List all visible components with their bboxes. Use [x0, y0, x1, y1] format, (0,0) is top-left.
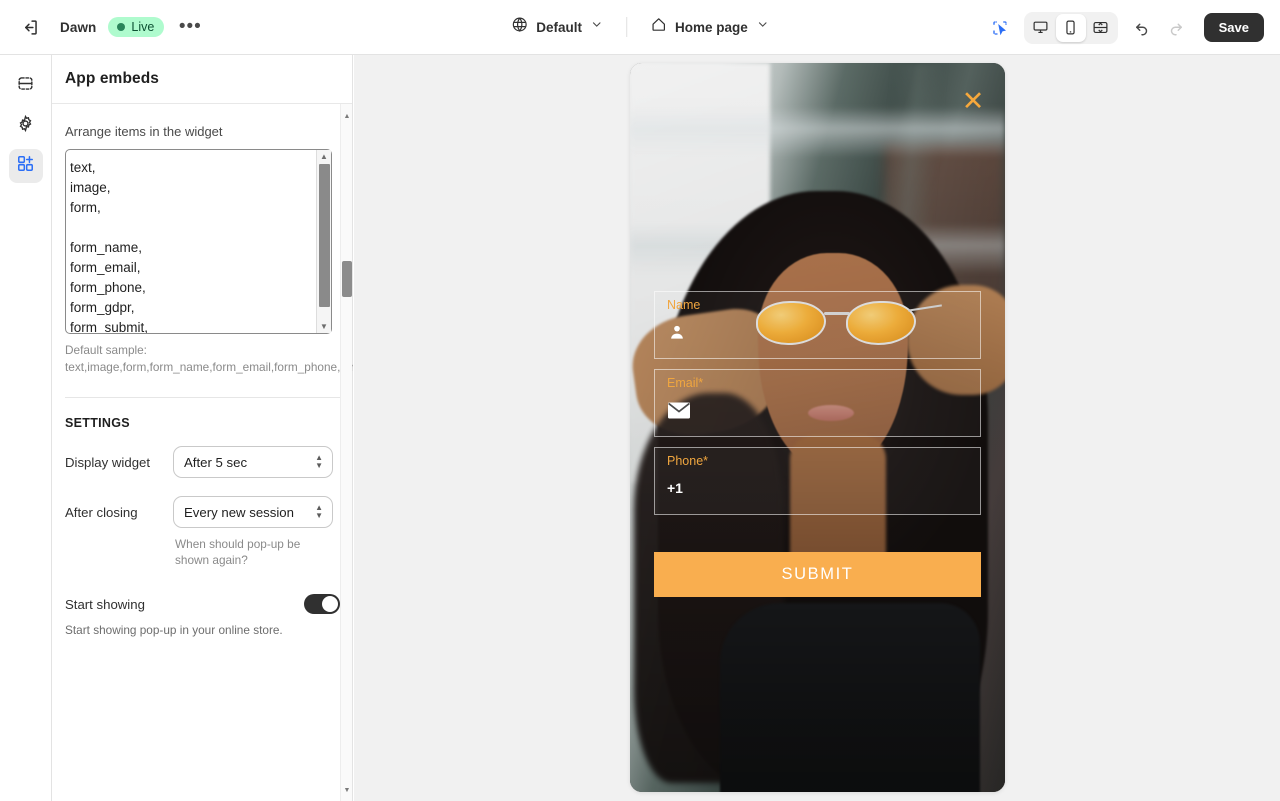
page-selector[interactable]: Home page	[641, 10, 778, 44]
status-dot-icon	[117, 23, 126, 31]
save-button[interactable]: Save	[1203, 13, 1264, 42]
status-badge-label: Live	[131, 20, 155, 34]
display-widget-row: Display widget After 5 sec ▲ ▼	[65, 446, 340, 478]
more-options-button[interactable]: •••	[174, 11, 206, 43]
form-field-phone-label: Phone*	[667, 454, 709, 468]
panel-divider	[65, 397, 340, 398]
redo-icon	[1160, 12, 1192, 44]
person-icon	[667, 320, 693, 344]
locale-selector[interactable]: Default	[502, 10, 612, 44]
panel-body: Arrange items in the widget text, image,…	[52, 104, 353, 801]
apps-blocks-icon	[16, 154, 35, 178]
undo-icon[interactable]	[1126, 12, 1158, 44]
sidebar-item-settings[interactable]	[9, 109, 43, 143]
display-widget-label: Display widget	[65, 454, 151, 470]
mobile-preview-frame[interactable]: ✕ Name Email* Phone* +1 SUBMIT	[630, 63, 1005, 792]
form-field-name-label: Name	[667, 298, 701, 312]
phone-prefix-icon: +1	[667, 480, 683, 496]
sidebar-item-sections[interactable]	[9, 69, 43, 103]
page-title: App embeds	[65, 70, 160, 87]
settings-section-title: SETTINGS	[65, 416, 130, 430]
device-mobile-button[interactable]	[1055, 13, 1086, 42]
chevron-down-icon	[756, 18, 769, 36]
display-widget-value: After 5 sec	[184, 454, 248, 470]
toggle-knob	[322, 596, 338, 612]
panel-scrollbar[interactable]: ▲ ▼	[340, 104, 352, 801]
app-embeds-panel: App embeds Arrange items in the widget t…	[52, 55, 353, 801]
page-label: Home page	[674, 19, 748, 35]
form-field-name[interactable]: Name	[654, 291, 981, 359]
pointer-select-icon[interactable]	[984, 12, 1016, 44]
default-sample-value: text,image,form,form_name,form_email,for…	[65, 359, 353, 374]
default-sample-block: Default sample: text,image,form,form_nam…	[65, 342, 353, 375]
left-rail	[0, 55, 52, 801]
gear-icon	[16, 114, 35, 138]
form-field-phone[interactable]: Phone* +1	[654, 447, 981, 515]
start-showing-label: Start showing	[65, 596, 145, 612]
theme-name: Dawn	[60, 19, 97, 35]
default-sample-label: Default sample:	[65, 343, 147, 357]
select-stepper-icon: ▲ ▼	[315, 503, 323, 520]
top-bar-right: Save	[984, 0, 1264, 55]
arrange-items-textarea-wrapper: text, image, form, form_name, form_email…	[65, 149, 332, 334]
device-toggle-group	[1023, 11, 1118, 44]
status-badge: Live	[108, 17, 165, 37]
top-bar: Dawn Live ••• Default Home page Save	[0, 0, 1280, 55]
popup-form: Name Email* Phone* +1	[654, 291, 981, 525]
sidebar-item-app-embeds[interactable]	[8, 149, 43, 183]
start-showing-toggle[interactable]	[304, 594, 340, 614]
after-closing-value: Every new session	[184, 504, 294, 520]
select-stepper-icon: ▲ ▼	[315, 453, 323, 470]
panel-scroll-thumb[interactable]	[342, 261, 352, 297]
chevron-down-icon	[590, 18, 603, 36]
after-closing-helper: When should pop-up be shown again?	[175, 537, 301, 567]
textarea-scrollbar[interactable]: ▲ ▼	[316, 150, 331, 333]
after-closing-label: After closing	[65, 504, 138, 520]
home-icon	[650, 16, 667, 38]
after-closing-row: After closing Every new session ▲ ▼	[65, 496, 340, 528]
start-showing-helper: Start showing pop-up in your online stor…	[65, 623, 283, 637]
exit-icon[interactable]	[14, 11, 46, 43]
panel-scroll-up-icon[interactable]: ▲	[341, 110, 353, 123]
display-widget-select[interactable]: After 5 sec ▲ ▼	[173, 446, 333, 478]
arrange-items-textarea[interactable]: text, image, form, form_name, form_email…	[65, 149, 332, 334]
preview-canvas: ✕ Name Email* Phone* +1 SUBMIT	[354, 55, 1280, 801]
envelope-icon	[667, 398, 693, 422]
form-field-email-label: Email*	[667, 376, 704, 390]
form-field-email[interactable]: Email*	[654, 369, 981, 437]
top-bar-center: Default Home page	[502, 10, 778, 44]
top-bar-divider	[625, 17, 627, 37]
after-closing-select[interactable]: Every new session ▲ ▼	[173, 496, 333, 528]
submit-button[interactable]: SUBMIT	[654, 552, 981, 597]
arrange-items-label: Arrange items in the widget	[65, 124, 223, 139]
device-desktop-button[interactable]	[1026, 14, 1056, 42]
globe-icon	[511, 16, 528, 38]
textarea-scroll-thumb[interactable]	[319, 164, 330, 307]
scroll-up-icon[interactable]: ▲	[320, 150, 328, 163]
scroll-down-icon[interactable]: ▼	[320, 320, 328, 333]
top-bar-left: Dawn Live •••	[0, 11, 206, 43]
more-options-label: •••	[178, 16, 202, 37]
sections-icon	[16, 74, 35, 98]
close-x-icon[interactable]: ✕	[959, 87, 987, 115]
device-fullscreen-button[interactable]	[1086, 14, 1116, 42]
panel-scroll-down-icon[interactable]: ▼	[341, 784, 353, 797]
start-showing-row: Start showing	[65, 594, 340, 614]
locale-label: Default	[536, 19, 582, 35]
panel-header: App embeds	[52, 55, 352, 104]
